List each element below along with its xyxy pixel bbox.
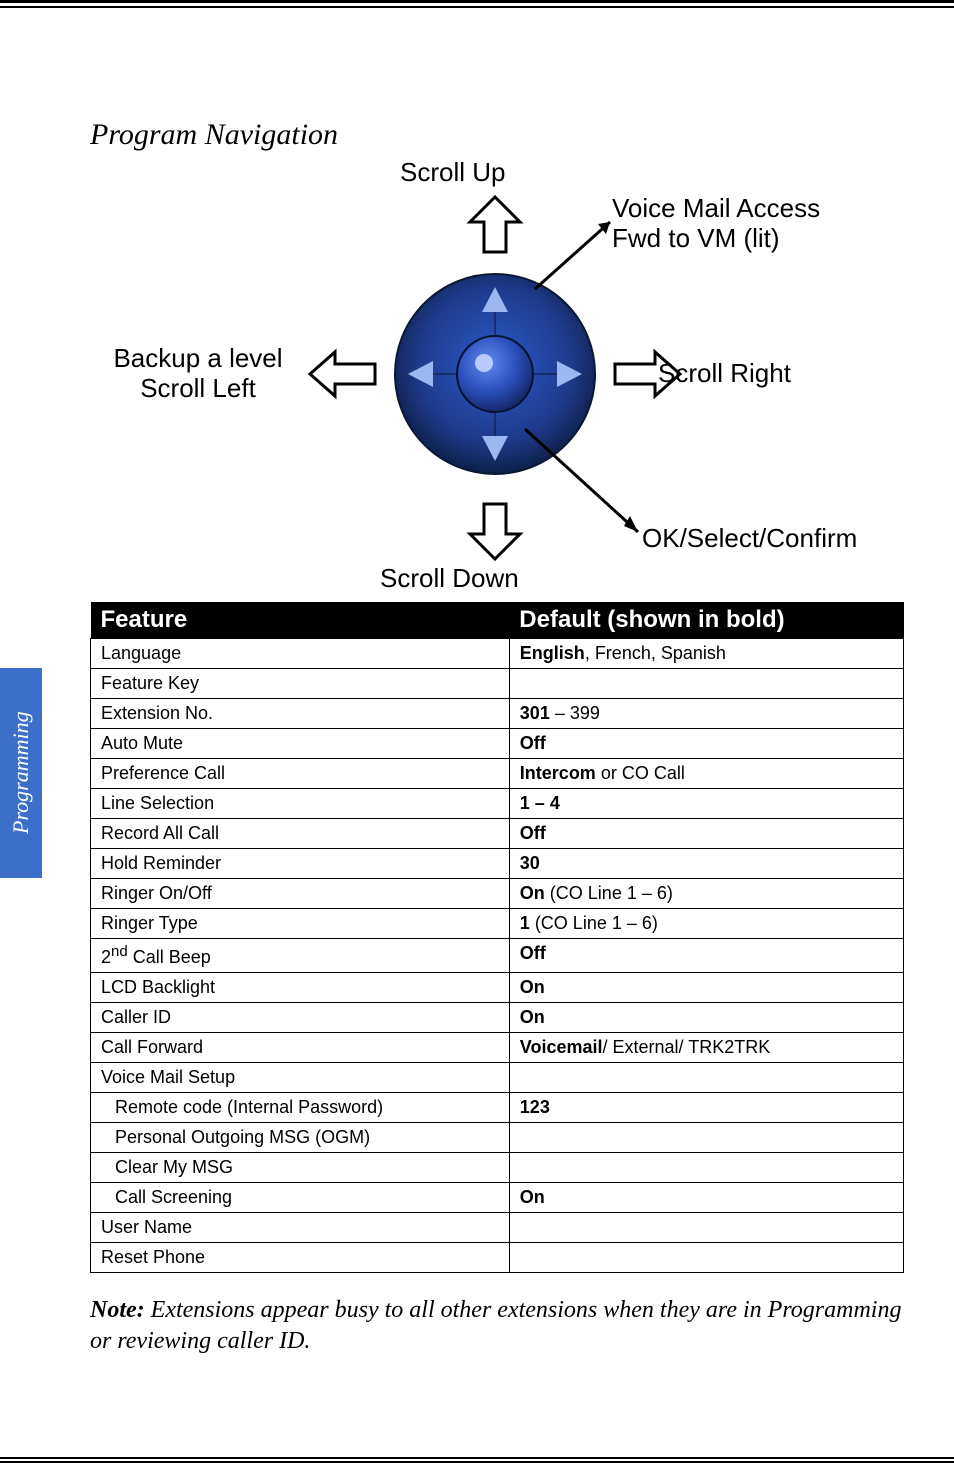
feature-cell: Clear My MSG [91,1153,510,1183]
default-cell: 30 [509,849,903,879]
table-header-row: Feature Default (shown in bold) [91,602,904,639]
feature-cell: Reset Phone [91,1243,510,1273]
backup-left-line1: Backup a level [113,343,282,373]
table-row: 2nd Call BeepOff [91,939,904,973]
table-row: Call ScreeningOn [91,1183,904,1213]
page-body: Programming Program Navigation Scroll Up… [0,8,954,1457]
table-row: Ringer Type1 (CO Line 1 – 6) [91,909,904,939]
backup-left-line2: Scroll Left [140,373,256,403]
top-rule [0,0,954,8]
section-title: Program Navigation [90,118,904,152]
vm-access-line2: Fwd to VM (lit) [612,223,780,253]
table-row: LanguageEnglish, French, Spanish [91,639,904,669]
table-row: Personal Outgoing MSG (OGM) [91,1123,904,1153]
note-paragraph: Note: Extensions appear busy to all othe… [90,1295,904,1357]
table-row: Record All CallOff [91,819,904,849]
default-cell: 1 – 4 [509,789,903,819]
feature-table: Feature Default (shown in bold) Language… [90,602,904,1273]
default-cell: Off [509,819,903,849]
table-row: Caller IDOn [91,1003,904,1033]
navigation-diagram: Scroll Up Voice Mail Access Fwd to VM (l… [90,164,904,594]
header-default: Default (shown in bold) [509,602,903,639]
default-cell: On [509,1003,903,1033]
vm-pointer-line [530,214,620,294]
table-row: Remote code (Internal Password)123 [91,1093,904,1123]
feature-cell: Call Forward [91,1033,510,1063]
feature-cell: Extension No. [91,699,510,729]
feature-cell: Ringer On/Off [91,879,510,909]
default-cell [509,1063,903,1093]
default-cell: Intercom or CO Call [509,759,903,789]
backup-left-label: Backup a level Scroll Left [108,344,288,404]
ok-pointer-line [520,424,650,544]
table-row: Auto MuteOff [91,729,904,759]
default-cell [509,1123,903,1153]
feature-cell: Hold Reminder [91,849,510,879]
up-arrow-icon [460,192,530,262]
content-area: Program Navigation Scroll Up Voice Mail … [90,118,904,1357]
left-arrow-icon [305,344,380,404]
default-cell: 123 [509,1093,903,1123]
table-row: Reset Phone [91,1243,904,1273]
table-row: Hold Reminder30 [91,849,904,879]
vm-access-line1: Voice Mail Access [612,193,820,223]
table-row: Preference CallIntercom or CO Call [91,759,904,789]
feature-cell: Line Selection [91,789,510,819]
default-cell: On [509,973,903,1003]
default-cell: On (CO Line 1 – 6) [509,879,903,909]
feature-cell: Preference Call [91,759,510,789]
feature-cell: 2nd Call Beep [91,939,510,973]
default-cell: Off [509,729,903,759]
table-row: LCD BacklightOn [91,973,904,1003]
feature-cell: Remote code (Internal Password) [91,1093,510,1123]
feature-cell: Voice Mail Setup [91,1063,510,1093]
table-row: Line Selection1 – 4 [91,789,904,819]
table-row: Clear My MSG [91,1153,904,1183]
bottom-rule [0,1457,954,1463]
default-cell [509,1153,903,1183]
right-arrow-icon [610,344,685,404]
ok-select-label: OK/Select/Confirm [642,524,857,554]
table-row: Ringer On/OffOn (CO Line 1 – 6) [91,879,904,909]
default-cell [509,669,903,699]
default-cell: Off [509,939,903,973]
table-row: Feature Key [91,669,904,699]
feature-cell: User Name [91,1213,510,1243]
scroll-down-label: Scroll Down [380,564,519,594]
default-cell [509,1243,903,1273]
feature-cell: Personal Outgoing MSG (OGM) [91,1123,510,1153]
note-body: Extensions appear busy to all other exte… [90,1297,901,1354]
vm-access-label: Voice Mail Access Fwd to VM (lit) [612,194,820,254]
feature-cell: Ringer Type [91,909,510,939]
default-cell: English, French, Spanish [509,639,903,669]
feature-cell: Feature Key [91,669,510,699]
header-feature: Feature [91,602,510,639]
note-lead: Note: [90,1297,145,1323]
feature-cell: Language [91,639,510,669]
feature-cell: Auto Mute [91,729,510,759]
default-cell: 301 – 399 [509,699,903,729]
feature-cell: LCD Backlight [91,973,510,1003]
default-cell: Voicemail/ External/ TRK2TRK [509,1033,903,1063]
default-cell: On [509,1183,903,1213]
default-cell: 1 (CO Line 1 – 6) [509,909,903,939]
scroll-up-label: Scroll Up [400,158,505,188]
side-tab-programming: Programming [0,668,42,878]
table-row: Call ForwardVoicemail/ External/ TRK2TRK [91,1033,904,1063]
table-row: Voice Mail Setup [91,1063,904,1093]
table-row: Extension No.301 – 399 [91,699,904,729]
feature-cell: Call Screening [91,1183,510,1213]
default-cell [509,1213,903,1243]
feature-cell: Caller ID [91,1003,510,1033]
feature-cell: Record All Call [91,819,510,849]
table-row: User Name [91,1213,904,1243]
